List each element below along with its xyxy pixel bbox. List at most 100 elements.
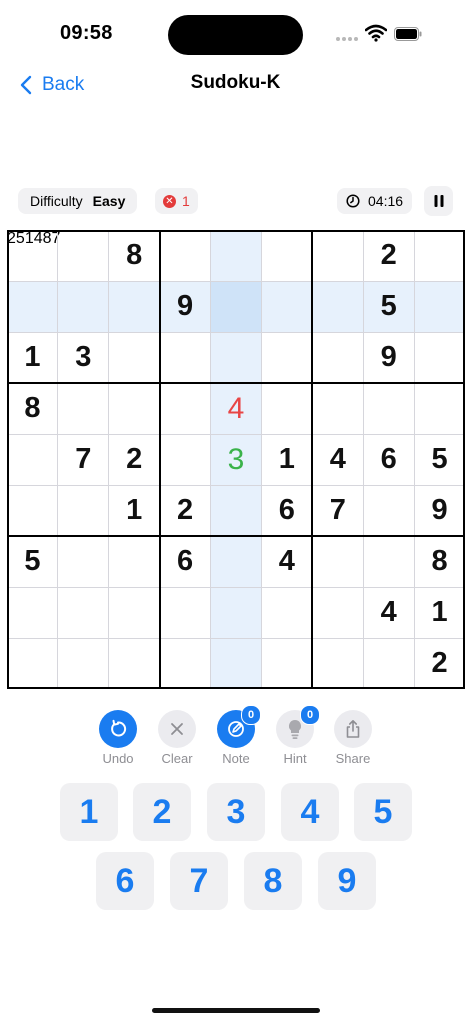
grid-cell[interactable]: 9 xyxy=(159,281,211,332)
grid-cell[interactable] xyxy=(363,383,414,434)
number-key-1[interactable]: 1 xyxy=(60,783,118,841)
grid-cell[interactable]: 1 xyxy=(7,332,58,383)
grid-cell[interactable] xyxy=(7,434,58,485)
grid-cell[interactable] xyxy=(414,281,465,332)
number-key-6[interactable]: 6 xyxy=(96,852,154,910)
grid-cell[interactable] xyxy=(363,485,414,536)
hint-button[interactable]: 0 Hint xyxy=(265,705,325,766)
grid-cell[interactable]: 3 xyxy=(210,434,262,485)
grid-cell[interactable] xyxy=(210,587,262,638)
grid-cell[interactable] xyxy=(210,485,262,536)
pause-button[interactable] xyxy=(424,186,453,216)
grid-cell[interactable] xyxy=(109,536,160,587)
grid-cell[interactable] xyxy=(261,332,312,383)
grid-cell[interactable] xyxy=(58,638,109,689)
cell-value: 8 xyxy=(24,392,41,424)
grid-cell[interactable]: 1 xyxy=(261,434,312,485)
clear-button[interactable]: Clear xyxy=(147,710,207,766)
grid-cell[interactable]: 1 xyxy=(109,485,160,536)
grid-cell[interactable] xyxy=(7,485,58,536)
grid-cell[interactable] xyxy=(7,587,58,638)
grid-cell[interactable] xyxy=(7,230,58,281)
grid-cell[interactable]: 1 xyxy=(414,587,465,638)
grid-cell[interactable] xyxy=(7,638,58,689)
grid-cell[interactable] xyxy=(210,281,262,332)
grid-cell[interactable] xyxy=(261,383,312,434)
grid-cell[interactable]: 8 xyxy=(7,383,58,434)
grid-cell[interactable] xyxy=(312,383,363,434)
grid-cell[interactable]: 8 xyxy=(414,536,465,587)
grid-cell[interactable]: 2 xyxy=(414,638,465,689)
grid-cell[interactable] xyxy=(312,587,363,638)
grid-cell[interactable] xyxy=(58,536,109,587)
grid-cell[interactable] xyxy=(312,638,363,689)
grid-cell[interactable] xyxy=(363,638,414,689)
share-button[interactable]: Share xyxy=(323,710,383,766)
grid-cell[interactable] xyxy=(109,638,160,689)
grid-cell[interactable]: 9 xyxy=(414,485,465,536)
number-key-2[interactable]: 2 xyxy=(133,783,191,841)
grid-cell[interactable] xyxy=(210,332,262,383)
grid-cell[interactable] xyxy=(210,638,262,689)
grid-cell[interactable] xyxy=(160,383,211,434)
grid-cell[interactable]: 6 xyxy=(160,536,211,587)
grid-cell[interactable]: 5 xyxy=(363,281,415,332)
grid-cell[interactable] xyxy=(7,281,58,332)
grid-cell[interactable]: 7 xyxy=(58,434,109,485)
grid-cell[interactable] xyxy=(160,587,211,638)
undo-button[interactable]: Undo xyxy=(88,710,148,766)
grid-cell[interactable] xyxy=(108,281,160,332)
grid-cell[interactable] xyxy=(414,332,465,383)
grid-cell[interactable] xyxy=(261,230,312,281)
grid-cell[interactable] xyxy=(312,332,363,383)
note-button[interactable]: 0 Note xyxy=(206,705,266,766)
grid-cell[interactable] xyxy=(210,230,262,281)
grid-cell[interactable] xyxy=(160,230,211,281)
grid-cell[interactable]: 4 xyxy=(312,434,363,485)
number-key-5[interactable]: 5 xyxy=(354,783,412,841)
grid-cell[interactable] xyxy=(58,230,109,281)
grid-cell[interactable] xyxy=(261,587,312,638)
grid-cell[interactable] xyxy=(58,485,109,536)
grid-cell[interactable] xyxy=(109,587,160,638)
grid-cell[interactable]: 9 xyxy=(363,332,414,383)
grid-cell[interactable]: 5 xyxy=(414,434,465,485)
grid-cell[interactable] xyxy=(261,638,312,689)
grid-cell[interactable] xyxy=(312,281,364,332)
number-key-4[interactable]: 4 xyxy=(281,783,339,841)
grid-cell[interactable]: 2 xyxy=(363,230,414,281)
grid-cell[interactable] xyxy=(210,536,262,587)
grid-cell[interactable]: 6 xyxy=(261,485,312,536)
grid-cell[interactable] xyxy=(414,383,465,434)
grid-cell[interactable]: 4 xyxy=(210,383,262,434)
grid-cell[interactable]: 4 xyxy=(261,536,312,587)
grid-cell[interactable] xyxy=(58,383,109,434)
cell-value: 6 xyxy=(278,494,295,526)
grid-cell[interactable] xyxy=(57,281,109,332)
grid-cell[interactable] xyxy=(58,587,109,638)
number-key-8[interactable]: 8 xyxy=(244,852,302,910)
cell-value: 9 xyxy=(177,290,194,322)
grid-cell[interactable] xyxy=(261,281,313,332)
grid-cell[interactable]: 2 xyxy=(109,434,160,485)
number-key-9[interactable]: 9 xyxy=(318,852,376,910)
grid-cell[interactable] xyxy=(109,332,160,383)
grid-cell[interactable]: 6 xyxy=(363,434,414,485)
grid-cell[interactable]: 2 xyxy=(160,485,211,536)
grid-cell[interactable] xyxy=(109,383,160,434)
grid-cell[interactable] xyxy=(160,434,211,485)
grid-cell[interactable] xyxy=(160,638,211,689)
grid-cell[interactable] xyxy=(312,230,363,281)
grid-cell[interactable] xyxy=(312,536,363,587)
grid-cell[interactable] xyxy=(363,536,414,587)
grid-cell[interactable] xyxy=(160,332,211,383)
grid-cell[interactable]: 8 xyxy=(109,230,160,281)
number-key-7[interactable]: 7 xyxy=(170,852,228,910)
grid-cell[interactable]: 5 xyxy=(7,536,58,587)
grid-cell[interactable]: 7 xyxy=(312,485,363,536)
number-key-3[interactable]: 3 xyxy=(207,783,265,841)
grid-cell[interactable]: 3 xyxy=(58,332,109,383)
grid-cell[interactable]: 4 xyxy=(363,587,414,638)
cell-value: 6 xyxy=(380,443,397,475)
grid-cell[interactable] xyxy=(414,230,465,281)
